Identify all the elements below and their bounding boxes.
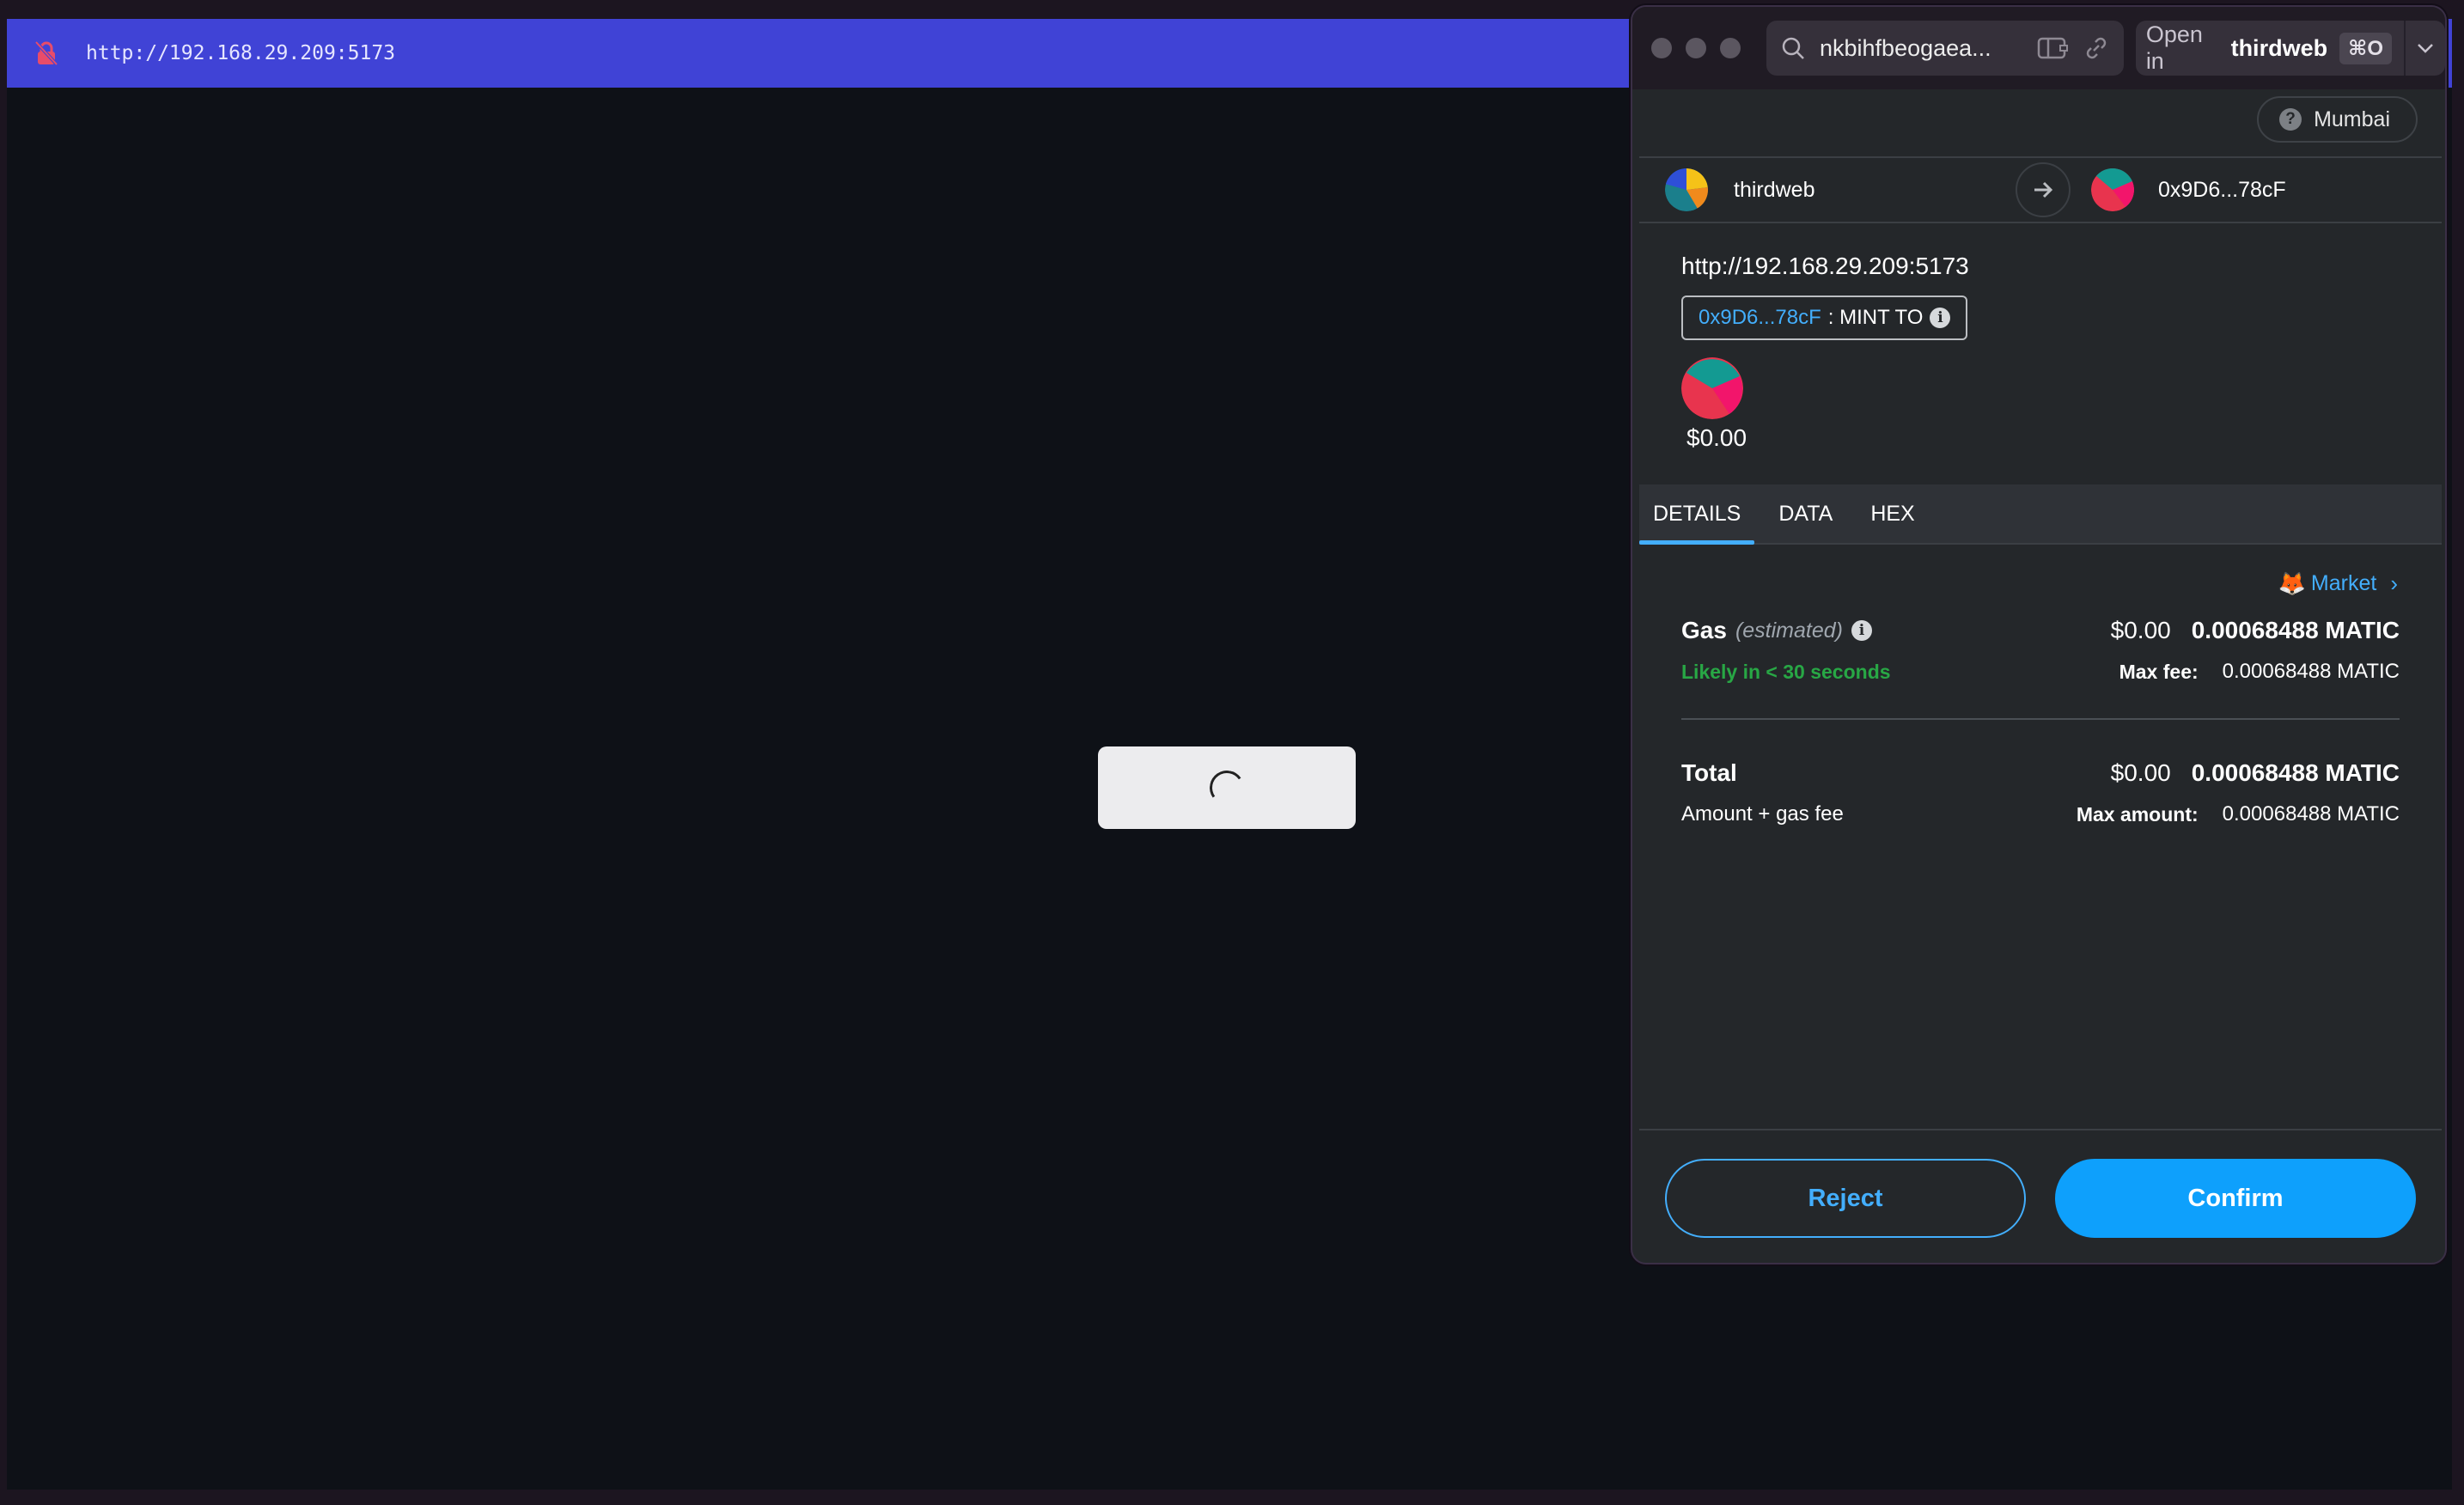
gas-info-icon[interactable]: i xyxy=(1851,620,1872,641)
page-url[interactable]: http://192.168.29.209:5173 xyxy=(86,42,395,64)
minimize-window-button[interactable] xyxy=(1686,38,1706,58)
extension-icon[interactable] xyxy=(2036,35,2069,61)
search-icon xyxy=(1780,35,1806,61)
max-amount-label: Max amount: xyxy=(2076,802,2199,826)
wallet-popup: nkbihfbeogaea... Open in thirdweb ⌘O ? M… xyxy=(1631,5,2447,1264)
tab-hex[interactable]: HEX xyxy=(1857,484,1928,543)
network-row: ? Mumbai xyxy=(2257,96,2418,143)
arrow-right-icon xyxy=(2016,162,2071,217)
total-sub-label: Amount + gas fee xyxy=(1681,802,1844,826)
link-icon[interactable] xyxy=(2083,34,2110,62)
network-selector[interactable]: ? Mumbai xyxy=(2257,96,2418,143)
gas-estimated: (estimated) xyxy=(1735,618,1843,643)
insecure-lock-icon xyxy=(33,40,60,67)
total-row: Total $0.00 0.00068488 MATIC xyxy=(1681,759,2400,787)
method-name: : MINT TO xyxy=(1827,306,1924,329)
gas-usd: $0.00 xyxy=(2110,617,2171,643)
max-fee-label: Max fee: xyxy=(2119,660,2199,683)
gas-label: Gas xyxy=(1681,617,1727,643)
metamask-fox-icon: 🦊 xyxy=(2278,570,2306,596)
close-window-button[interactable] xyxy=(1651,38,1672,58)
popup-address-bar[interactable]: nkbihfbeogaea... xyxy=(1766,21,2124,76)
tab-details[interactable]: DETAILS xyxy=(1639,484,1755,545)
total-usd: $0.00 xyxy=(2110,759,2171,786)
chevron-right-icon: › xyxy=(2390,570,2398,596)
shortcut-badge: ⌘O xyxy=(2339,32,2393,64)
gas-matic: 0.00068488 MATIC xyxy=(2191,617,2400,643)
gas-sub-row: Likely in < 30 seconds Max fee: 0.000684… xyxy=(1681,660,2400,684)
divider xyxy=(1681,718,2400,720)
action-footer: Reject Confirm xyxy=(1639,1129,2442,1263)
details-panel: 🦊 Market › Gas (estimated) i $0.00 0.000… xyxy=(1681,557,2400,826)
window-controls xyxy=(1651,38,1741,58)
chevron-down-icon[interactable] xyxy=(2406,42,2445,54)
loading-button[interactable] xyxy=(1098,746,1356,829)
origin-url: http://192.168.29.209:5173 xyxy=(1681,253,1969,279)
total-matic: 0.00068488 MATIC xyxy=(2191,759,2400,786)
max-fee-value: 0.00068488 MATIC xyxy=(2222,660,2400,683)
total-label: Total xyxy=(1681,759,1737,786)
token-avatar xyxy=(1681,357,1743,419)
zoom-window-button[interactable] xyxy=(1720,38,1741,58)
total-sub-row: Amount + gas fee Max amount: 0.00068488 … xyxy=(1681,802,2400,826)
network-name: Mumbai xyxy=(2314,107,2390,131)
recipient[interactable]: 0x9D6...78cF xyxy=(2071,158,2286,222)
popup-address[interactable]: nkbihfbeogaea... xyxy=(1820,35,2022,62)
info-icon[interactable]: i xyxy=(1930,308,1951,328)
sender-name: thirdweb xyxy=(1734,177,1815,202)
recipient-address: 0x9D6...78cF xyxy=(2158,177,2286,202)
max-amount-value: 0.00068488 MATIC xyxy=(2222,802,2400,826)
market-label[interactable]: Market xyxy=(2311,571,2376,596)
sender[interactable]: thirdweb xyxy=(1639,158,2009,222)
recipient-avatar xyxy=(2091,168,2134,211)
spinner-icon xyxy=(1206,767,1247,808)
tab-bar: DETAILS DATA HEX xyxy=(1639,484,2442,545)
market-link[interactable]: 🦊 Market › xyxy=(1681,562,2400,605)
sender-avatar xyxy=(1665,168,1708,211)
network-question-icon: ? xyxy=(2279,108,2302,131)
popup-titlebar: nkbihfbeogaea... Open in thirdweb ⌘O xyxy=(1632,7,2445,89)
open-in-label: Open in xyxy=(2145,21,2203,74)
amount-usd: $0.00 xyxy=(1686,424,1747,451)
open-in-app: thirdweb xyxy=(2230,34,2328,61)
confirm-button[interactable]: Confirm xyxy=(2055,1159,2416,1238)
gas-likely-time: Likely in < 30 seconds xyxy=(1681,660,1891,683)
gas-row: Gas (estimated) i $0.00 0.00068488 MATIC xyxy=(1681,617,2400,644)
sender-recipient-row: thirdweb 0x9D6...78cF xyxy=(1639,156,2442,223)
contract-method-pill[interactable]: 0x9D6...78cF : MINT TO i xyxy=(1681,296,1968,340)
contract-address-link[interactable]: 0x9D6...78cF xyxy=(1699,306,1821,330)
open-in-thirdweb-button[interactable]: Open in thirdweb ⌘O xyxy=(2135,21,2445,76)
reject-button[interactable]: Reject xyxy=(1665,1159,2026,1238)
tab-data[interactable]: DATA xyxy=(1765,484,1846,543)
